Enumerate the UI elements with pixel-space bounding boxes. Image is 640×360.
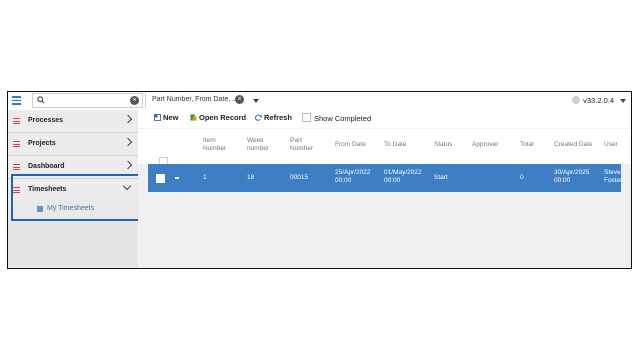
show-completed-checkbox[interactable]: [302, 113, 311, 122]
new-record-icon: [154, 114, 161, 121]
column-header[interactable]: Total: [520, 141, 534, 149]
table-row[interactable]: 1 18 00015 25/Apr/2022 00:00 01/May/2022…: [148, 164, 622, 192]
info-icon: [572, 96, 581, 104]
cell-status: Start: [434, 174, 448, 181]
chevron-right-icon: [123, 160, 133, 170]
refresh-button[interactable]: Refresh: [255, 113, 292, 122]
table-header: Item Number Week number Part Number From…: [138, 129, 631, 166]
cell-total: 0: [520, 174, 524, 181]
open-record-button[interactable]: Open Record: [190, 113, 246, 122]
column-header[interactable]: Part Number: [290, 137, 320, 153]
version-text: v33.2.0.4: [583, 96, 614, 105]
table-empty-area: [138, 192, 631, 268]
column-header[interactable]: Item Number: [203, 137, 238, 153]
sidebar-item-label: Processes: [28, 117, 64, 124]
filter-dropdown-icon[interactable]: [253, 99, 259, 103]
show-completed-toggle[interactable]: Show Completed: [302, 113, 371, 123]
hamburger-menu-icon[interactable]: [12, 96, 21, 106]
column-header[interactable]: User: [604, 141, 618, 149]
cell-created-date: 30/Apr/2025 00:00: [554, 169, 590, 184]
sidebar-subitem-my-timesheets[interactable]: My Timesheets: [8, 200, 138, 220]
cell-user: Steve Foster: [604, 169, 623, 184]
toolbar: New Open Record Refresh Show Completed: [138, 110, 631, 128]
list-icon: [13, 187, 20, 193]
list-icon: [13, 118, 20, 124]
column-header[interactable]: Week number: [247, 137, 282, 153]
new-button[interactable]: New: [154, 113, 178, 122]
filter-select[interactable]: Part Number, From Date, ... ×: [145, 93, 263, 108]
cell-week-number: 18: [247, 174, 255, 181]
clear-search-icon[interactable]: ×: [130, 96, 139, 105]
cell-from-date: 25/Apr/2022 00:00: [335, 169, 371, 184]
list-icon: [13, 164, 20, 170]
sidebar-item-label: Timesheets: [28, 186, 67, 193]
version-label[interactable]: v33.2.0.4: [572, 96, 614, 105]
column-header[interactable]: To Date: [384, 141, 406, 149]
sidebar: Processes Projects Dashboard Timesheets …: [8, 110, 138, 268]
cell-part-number: 00015: [290, 174, 309, 181]
timesheet-icon: [37, 206, 43, 212]
clear-filter-icon[interactable]: ×: [235, 95, 244, 104]
chevron-right-icon: [123, 114, 133, 124]
search-box: ×: [32, 93, 143, 108]
show-completed-label: Show Completed: [314, 114, 372, 123]
column-header[interactable]: From Date: [335, 141, 366, 149]
cell-item-number: 1: [203, 174, 207, 181]
sidebar-item-projects[interactable]: Projects: [8, 133, 138, 156]
refresh-icon: [255, 114, 262, 121]
row-checkbox[interactable]: [156, 174, 165, 183]
sidebar-item-timesheets[interactable]: Timesheets: [8, 179, 138, 201]
column-header[interactable]: Approver: [472, 141, 498, 149]
search-input[interactable]: [50, 95, 128, 106]
main-panel: New Open Record Refresh Show Completed I…: [138, 110, 631, 268]
open-record-icon: [190, 114, 197, 121]
refresh-label: Refresh: [264, 113, 292, 122]
row-status-marker: [175, 177, 179, 179]
column-header[interactable]: Status: [434, 141, 452, 149]
cell-to-date: 01/May/2022 00:00: [384, 169, 422, 184]
open-record-label: Open Record: [199, 113, 247, 122]
top-bar: × Part Number, From Date, ... × v33.2.0.…: [8, 92, 631, 111]
sidebar-item-processes[interactable]: Processes: [8, 110, 138, 133]
sidebar-subitem-label: My Timesheets: [47, 205, 95, 212]
new-label: New: [163, 113, 179, 122]
app-window: × Part Number, From Date, ... × v33.2.0.…: [7, 91, 632, 269]
column-header[interactable]: Created Date: [554, 141, 593, 149]
chevron-right-icon: [123, 137, 133, 147]
search-icon: [37, 96, 45, 104]
sidebar-item-label: Dashboard: [28, 163, 65, 170]
sidebar-item-label: Projects: [28, 140, 56, 147]
filter-text: Part Number, From Date, ...: [152, 96, 238, 103]
version-dropdown-icon[interactable]: [620, 99, 626, 103]
chevron-down-icon: [122, 181, 132, 191]
list-icon: [13, 141, 20, 147]
sidebar-item-dashboard[interactable]: Dashboard: [8, 156, 138, 179]
